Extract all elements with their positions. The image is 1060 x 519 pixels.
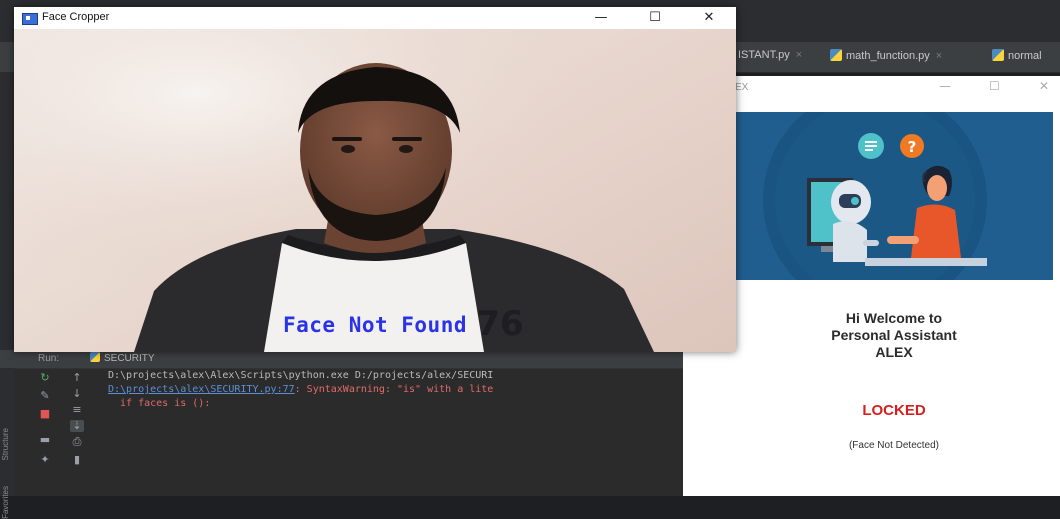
run-side-strip: Structure Favorites (0, 368, 14, 519)
close-icon[interactable]: ✕ (686, 7, 732, 29)
desk (865, 258, 987, 266)
python-file-icon (830, 49, 842, 61)
console-line: D:\projects\alex\SECURITY.py:77: SyntaxW… (108, 384, 494, 395)
run-panel: Run: SECURITY Structure Favorites ↻ ✎ ■ … (0, 350, 700, 519)
close-icon[interactable]: × (936, 50, 942, 62)
run-panel-header: Run: SECURITY (0, 350, 700, 369)
face-detection-status: (Face Not Detected) (848, 440, 940, 451)
lock-status: LOCKED (862, 402, 926, 419)
webcam-person-image: 76 (14, 29, 736, 352)
python-run-icon (90, 352, 100, 362)
camera-feed: 76 Face Not Found (14, 29, 736, 352)
face-status-overlay: Face Not Found (282, 313, 467, 337)
maximize-icon[interactable]: ☐ (632, 7, 678, 29)
opencv-app-icon (22, 13, 38, 25)
alex-window: EX — ☐ ✕ ? Hi Welcome to Personal Assist… (683, 76, 1060, 496)
question-bubble-icon: ? (900, 134, 924, 158)
rerun-icon[interactable]: ↻ (38, 372, 52, 384)
scroll-to-end-icon[interactable]: ⇣ (70, 420, 84, 432)
arrow-up-icon[interactable]: ↑ (70, 372, 84, 384)
assistant-illustration: ? (763, 112, 987, 280)
layout-icon[interactable]: ▬ (38, 434, 52, 446)
favorites-side-label[interactable]: Favorites (1, 486, 10, 519)
editor-tab-assistant[interactable]: ISTANT.py × (738, 49, 802, 61)
face-cropper-window: Face Cropper — ☐ ✕ 76 Face Not Found (14, 7, 736, 352)
welcome-message: Hi Welcome to Personal Assistant ALEX (831, 310, 957, 360)
python-file-icon (992, 49, 1004, 61)
structure-side-label[interactable]: Structure (1, 428, 10, 460)
print-icon[interactable]: ⎙ (70, 436, 84, 448)
editor-tab-normal[interactable]: normal (992, 49, 1042, 62)
face-cropper-title-bar: Face Cropper — ☐ ✕ (14, 7, 736, 29)
trash-icon[interactable]: ▮ (70, 454, 84, 466)
stop-icon[interactable]: ■ (38, 408, 52, 420)
close-icon[interactable]: × (796, 49, 802, 61)
assistant-banner-illustration: ? (735, 112, 1053, 280)
console-line: D:\projects\alex\Alex\Scripts\python.exe… (108, 370, 494, 381)
console-output: D:\projects\alex\Alex\Scripts\python.exe… (108, 369, 493, 411)
alex-title-bar: EX — ☐ ✕ (683, 76, 1060, 100)
pin-icon[interactable]: ✦ (38, 454, 52, 466)
run-tab-security[interactable]: SECURITY (90, 352, 155, 364)
chat-bubble-icon (858, 133, 884, 159)
wrench-icon[interactable]: ✎ (38, 390, 52, 402)
svg-text:?: ? (908, 138, 917, 156)
arrow-down-icon[interactable]: ↓ (70, 388, 84, 400)
soft-wrap-icon[interactable]: ≡ (70, 404, 84, 416)
run-label: Run: (38, 353, 60, 364)
minimize-icon[interactable]: — (939, 79, 951, 93)
console-line: if faces is (): (108, 398, 211, 409)
maximize-icon[interactable]: ☐ (989, 79, 1000, 93)
editor-tab-math-function[interactable]: math_function.py × (830, 49, 942, 62)
close-icon[interactable]: ✕ (1039, 79, 1049, 93)
face-cropper-window-title: Face Cropper (42, 11, 110, 23)
minimize-icon[interactable]: — (578, 7, 624, 29)
alex-window-title: EX (735, 82, 749, 93)
console-file-link[interactable]: D:\projects\alex\SECURITY.py:77 (108, 384, 295, 395)
